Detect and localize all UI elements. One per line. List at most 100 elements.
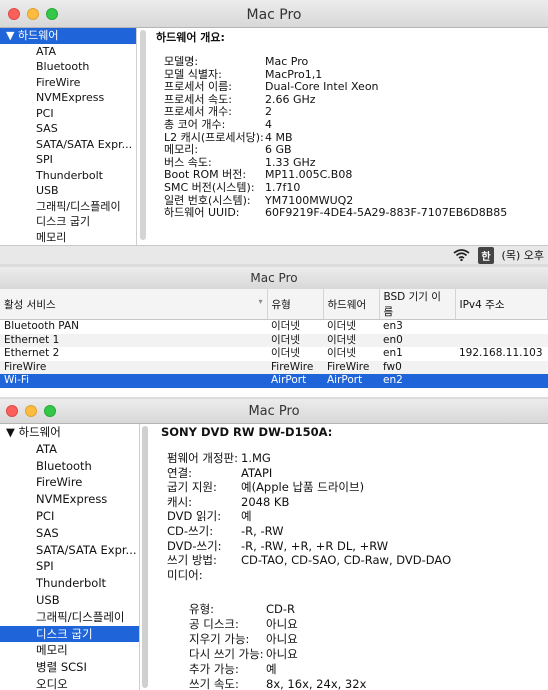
- sidebar-item[interactable]: 메모리: [0, 642, 139, 659]
- sidebar-item[interactable]: 디스크 굽기: [0, 625, 139, 643]
- info-row: 쓰기 방법: CD-TAO, CD-SAO, CD-Raw, DVD-DAO: [167, 553, 451, 568]
- sidebar-item[interactable]: PCI: [0, 106, 136, 122]
- sidebar-item[interactable]: FireWire: [0, 75, 136, 91]
- sidebar-item[interactable]: Thunderbolt: [0, 575, 139, 592]
- column-header[interactable]: 활성 서비스 ▾: [0, 289, 268, 320]
- column-header[interactable]: BSD 기기 이름: [379, 289, 456, 320]
- table-cell: en0: [379, 333, 455, 347]
- info-key: 공 디스크:: [189, 617, 239, 631]
- info-value: Dual-Core Intel Xeon: [265, 80, 379, 94]
- info-key: 총 코어 개수:: [164, 117, 226, 131]
- info-row: 지우기 가능: 아니요: [167, 632, 366, 647]
- table-cell: AirPort: [267, 374, 323, 388]
- sidebar-item[interactable]: SAS: [0, 525, 139, 542]
- sidebar: ▼ 하드웨어 ATA Bluetooth FireWire NVMExpress PCI S…: [0, 424, 140, 690]
- sidebar-item[interactable]: USB: [0, 183, 136, 199]
- info-row: 펌웨어 개정판: 1.MG: [167, 451, 451, 466]
- table-row[interactable]: Wi-Fi AirPort AirPort en2: [0, 374, 548, 388]
- info-value: 1.7f10: [265, 180, 301, 194]
- sidebar-item[interactable]: SPI: [0, 152, 136, 168]
- sidebar-item[interactable]: PCI: [0, 508, 139, 525]
- traffic-lights: [8, 0, 58, 27]
- sidebar-item[interactable]: 디스크 굽기: [0, 214, 136, 230]
- table-cell: 이더넷: [327, 347, 356, 359]
- info-key: 쓰기 방법:: [167, 553, 217, 568]
- info-row: 다시 쓰기 가능: 아니요: [167, 647, 366, 662]
- sidebar-item[interactable]: NVMExpress: [0, 90, 136, 106]
- window-title: Mac Pro: [248, 404, 300, 419]
- sidebar-item[interactable]: 병렬 SCSI: [0, 659, 139, 676]
- sidebar-item[interactable]: Bluetooth: [0, 59, 136, 75]
- info-value: Mac Pro: [265, 55, 309, 68]
- sidebar-item[interactable]: USB: [0, 592, 139, 609]
- sidebar-item[interactable]: ATA: [0, 44, 136, 60]
- table-row[interactable]: FireWire FireWire FireWire fw0: [0, 360, 548, 374]
- detail-pane: 하드웨어 개요: 모델명: Mac Pro 모델 식별자: MacPro1,1 프로세서…: [150, 28, 548, 246]
- info-row: 총 코어 개수: 4: [164, 117, 507, 132]
- sidebar-item[interactable]: ATA: [0, 441, 139, 458]
- sidebar-item[interactable]: 메모리: [0, 230, 136, 246]
- zoom-button[interactable]: [44, 405, 56, 417]
- info-key: 지우기 가능:: [189, 632, 250, 646]
- column-header[interactable]: IPv4 주소: [455, 289, 548, 320]
- window-title: Mac Pro: [250, 271, 298, 285]
- sidebar-item[interactable]: Thunderbolt: [0, 168, 136, 184]
- table-cell: en1: [383, 347, 403, 359]
- sidebar-item[interactable]: 그래픽/디스플레이: [0, 609, 139, 626]
- info-key: 굽기 지원:: [167, 480, 217, 495]
- title-bar[interactable]: Mac Pro: [0, 399, 548, 424]
- close-button[interactable]: [6, 405, 18, 417]
- services-table: 활성 서비스 ▾ 유형 하드웨어 BSD 기기 이름 IPv4 주소 Bluetooth …: [0, 289, 548, 388]
- sidebar: ▼ 하드웨어 ATA Bluetooth FireWire NVMExpress PCI S…: [0, 28, 137, 246]
- sidebar-item[interactable]: Bluetooth: [0, 458, 139, 475]
- sidebar-item[interactable]: SAS: [0, 121, 136, 137]
- traffic-lights: [6, 399, 56, 423]
- info-key: DVD-쓰기:: [167, 538, 222, 553]
- sidebar-item[interactable]: 그래픽/디스플레이: [0, 199, 136, 215]
- minimize-button[interactable]: [27, 7, 39, 20]
- hardware-overview-window: Mac Pro ▼ 하드웨어 ATA Bluetooth FireWire NVMExp…: [0, 0, 548, 264]
- info-value: 아니요: [266, 632, 298, 646]
- sidebar-scrollbar[interactable]: [142, 426, 148, 688]
- info-value: 8x, 16x, 24x, 32x: [266, 677, 367, 690]
- table-row[interactable]: Bluetooth PAN 이더넷 이더넷 en3: [0, 320, 548, 334]
- close-button[interactable]: [8, 7, 20, 20]
- sidebar-scrollbar[interactable]: [140, 30, 146, 240]
- sidebar-item-hardware[interactable]: ▼ 하드웨어: [0, 424, 139, 441]
- zoom-button[interactable]: [46, 7, 58, 20]
- info-key: SMC 버전(시스템):: [164, 180, 255, 194]
- column-header[interactable]: 유형: [267, 289, 324, 320]
- menu-clock[interactable]: (목) 오후: [502, 247, 544, 263]
- sidebar-item[interactable]: SATA/SATA Expr...: [0, 137, 136, 153]
- input-source-badge[interactable]: 한: [478, 246, 494, 264]
- minimize-button[interactable]: [25, 405, 37, 417]
- info-value: -R, -RW, +R, +R DL, +RW: [241, 538, 389, 553]
- column-header[interactable]: 하드웨어: [323, 289, 380, 320]
- info-row: DVD-쓰기: -R, -RW, +R, +R DL, +RW: [167, 539, 451, 554]
- sidebar-item[interactable]: SATA/SATA Expr...: [0, 542, 139, 559]
- info-key: 모델명:: [164, 55, 199, 68]
- sidebar-item[interactable]: SPI: [0, 558, 139, 575]
- wifi-icon[interactable]: [453, 249, 470, 261]
- title-bar[interactable]: Mac Pro: [0, 267, 548, 290]
- sidebar-item[interactable]: 오디오: [0, 676, 139, 690]
- table-cell: 이더넷: [271, 320, 300, 332]
- table-cell: 이더넷: [267, 333, 323, 347]
- sidebar-item[interactable]: FireWire: [0, 474, 139, 491]
- title-bar[interactable]: Mac Pro: [0, 0, 548, 28]
- table-cell: Bluetooth PAN: [4, 320, 80, 332]
- table-cell: 이더넷: [327, 320, 356, 332]
- table-row[interactable]: Ethernet 2 이더넷 이더넷 en1 192.168.11.103: [0, 347, 548, 361]
- table-cell: Wi-Fi: [0, 374, 267, 388]
- table-cell: [455, 333, 548, 347]
- sidebar-item[interactable]: NVMExpress: [0, 491, 139, 508]
- sidebar-item-hardware[interactable]: ▼ 하드웨어: [0, 28, 136, 44]
- info-row: 캐시: 2048 KB: [167, 495, 451, 510]
- info-key: 하드웨어 UUID:: [164, 206, 240, 220]
- services-table-area: 활성 서비스 ▾ 유형 하드웨어 BSD 기기 이름 IPv4 주소 Bluetooth …: [0, 289, 548, 388]
- column-header-label: BSD 기기 이름: [383, 291, 441, 318]
- table-row[interactable]: Ethernet 1 이더넷 이더넷 en0: [0, 333, 548, 347]
- column-header-label: 유형: [271, 298, 291, 311]
- info-value: 6 GB: [265, 143, 292, 157]
- info-key: 펌웨어 개정판:: [167, 451, 239, 465]
